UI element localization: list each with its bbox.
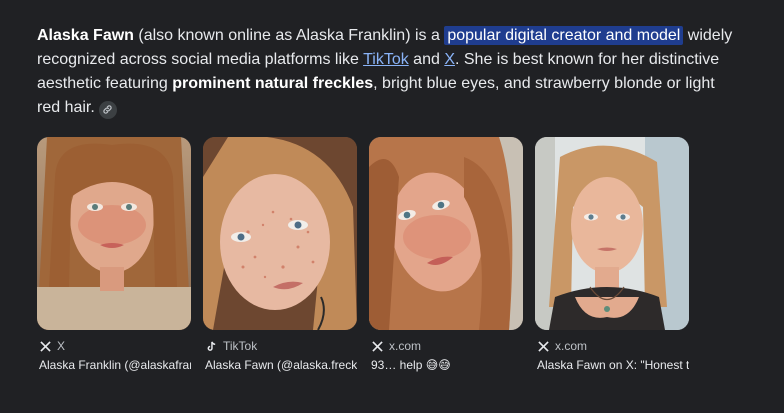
portrait-photo-2	[203, 137, 357, 330]
highlighted-phrase: popular digital creator and model	[444, 26, 684, 45]
portrait-photo-4	[535, 137, 689, 330]
x-link[interactable]: X	[444, 51, 455, 68]
tiktok-link[interactable]: TikTok	[363, 51, 409, 68]
x-logo-icon	[371, 340, 383, 352]
image-result-card[interactable]: x.com Alaska Fawn on X: "Honest thoughts	[535, 137, 691, 373]
image-source[interactable]: x.com	[369, 339, 525, 353]
image-result-card[interactable]: X Alaska Franklin (@alaskafranklin)	[37, 137, 193, 373]
image-source-label: X	[57, 339, 66, 353]
image-source[interactable]: TikTok	[203, 339, 359, 353]
image-source-label: x.com	[555, 339, 588, 353]
image-result-card[interactable]: x.com 93… help 😅😅	[369, 137, 525, 373]
tiktok-logo-icon	[205, 340, 217, 352]
text-segment: and	[408, 51, 445, 68]
portrait-photo-1	[37, 137, 191, 330]
image-result-card[interactable]: TikTok Alaska Fawn (@alaska.freckles)	[203, 137, 359, 373]
image-source-label: TikTok	[223, 339, 258, 353]
image-source-label: x.com	[389, 339, 422, 353]
image-caption[interactable]: Alaska Franklin (@alaskafranklin)	[37, 357, 191, 373]
image-results-carousel: X Alaska Franklin (@alaskafranklin)	[37, 137, 757, 377]
bold-phrase: prominent natural freckles	[172, 75, 374, 92]
x-logo-icon	[39, 340, 51, 352]
image-caption[interactable]: Alaska Fawn on X: "Honest thoughts	[535, 357, 689, 373]
image-thumbnail[interactable]	[203, 137, 357, 330]
text-segment: (also known online as Alaska Franklin) i…	[133, 27, 445, 44]
portrait-photo-3	[369, 137, 523, 330]
subject-name: Alaska Fawn	[37, 27, 134, 44]
link-icon	[103, 105, 112, 114]
image-source[interactable]: X	[37, 339, 193, 353]
image-thumbnail[interactable]	[37, 137, 191, 330]
citation-link-button[interactable]	[98, 100, 117, 119]
image-caption[interactable]: Alaska Fawn (@alaska.freckles)	[203, 357, 357, 373]
image-thumbnail[interactable]	[369, 137, 523, 330]
ai-overview-text: Alaska Fawn (also known online as Alaska…	[37, 24, 737, 120]
x-logo-icon	[537, 340, 549, 352]
image-source[interactable]: x.com	[535, 339, 691, 353]
image-thumbnail[interactable]	[535, 137, 689, 330]
image-caption[interactable]: 93… help 😅😅	[369, 357, 523, 373]
